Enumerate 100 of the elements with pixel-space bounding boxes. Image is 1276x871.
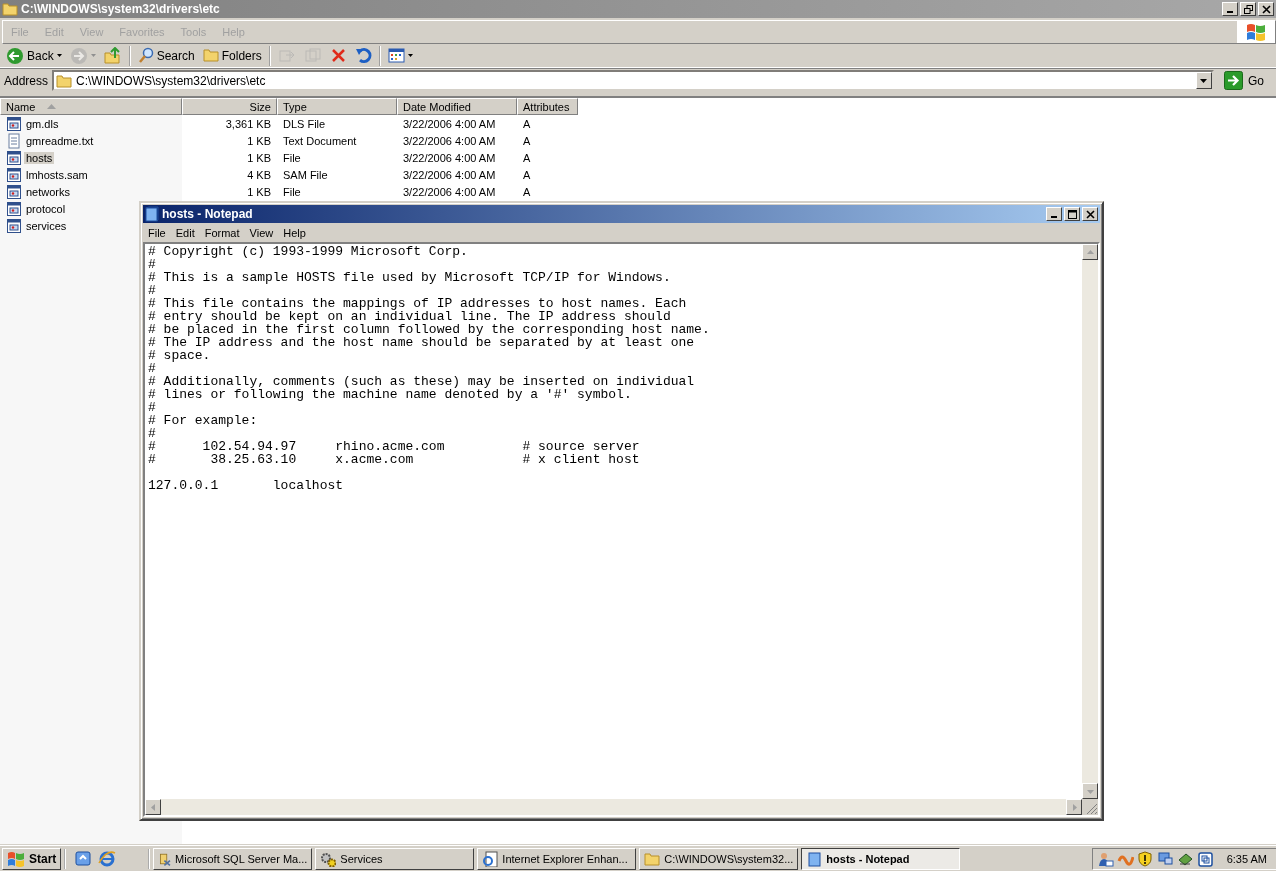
file-icon [6, 166, 22, 183]
table-cell-text: 3/22/2006 4:00 AM [402, 151, 497, 164]
search-icon [137, 46, 154, 65]
folder-icon [644, 851, 661, 867]
minimize-button[interactable] [1046, 207, 1062, 221]
go-arrow-icon [1224, 71, 1243, 90]
notepad-icon [806, 851, 823, 867]
views-icon [387, 46, 405, 65]
file-name[interactable]: protocol [24, 202, 68, 215]
network-drive-icon [1176, 851, 1194, 867]
taskbar-button[interactable]: hosts - Notepad [801, 848, 961, 870]
close-button[interactable] [1082, 207, 1098, 221]
show-desktop-button[interactable] [74, 850, 93, 868]
file-icon [6, 149, 22, 166]
menu-item[interactable]: View [244, 226, 279, 239]
windows-logo-icon [1245, 22, 1267, 42]
folder-icon [2, 1, 18, 17]
file-icon [6, 200, 22, 217]
table-cell-text: A [522, 168, 532, 181]
minimize-button[interactable] [1222, 2, 1238, 16]
table-cell-text: DLS File [282, 117, 327, 130]
restore-button[interactable] [1240, 2, 1256, 16]
browser-button[interactable] [98, 850, 117, 868]
taskbar-button[interactable]: Internet Explorer Enhan... [477, 848, 637, 870]
table-cell-text: 3,361 KB [224, 117, 272, 130]
table-cell-text: A [522, 134, 532, 147]
shield-icon [1136, 851, 1154, 867]
scroll-down-button[interactable] [1082, 783, 1098, 799]
menu-item[interactable]: Format [199, 226, 245, 239]
scroll-left-arrow-icon [149, 803, 157, 811]
virtual-machine-icon [1196, 851, 1214, 867]
maximize-icon [1067, 209, 1077, 219]
browser-e-icon [98, 850, 117, 868]
clock: 6:35 AM [1226, 853, 1267, 865]
folder-icon [56, 72, 73, 89]
taskbar-button[interactable]: Services [315, 848, 475, 870]
table-cell-text: 3/22/2006 4:00 AM [402, 168, 497, 181]
user-icon [1096, 851, 1114, 867]
window-title: C:\WINDOWS\system32\drivers\etc [21, 2, 221, 16]
table-cell-text: 3/22/2006 4:00 AM [402, 117, 497, 130]
dropdown-arrow-icon [56, 54, 62, 57]
file-name[interactable]: services [24, 219, 69, 232]
table-cell-text: 3/22/2006 4:00 AM [402, 185, 497, 198]
table-cell-text: 1 KB [246, 151, 272, 164]
file-icon [6, 115, 22, 132]
close-button[interactable] [1258, 2, 1274, 16]
undo-icon [354, 46, 372, 65]
back-button[interactable]: Back [3, 44, 65, 67]
scroll-up-arrow-icon [1086, 248, 1094, 256]
scroll-up-button[interactable] [1082, 244, 1098, 260]
scroll-left-button[interactable] [145, 799, 161, 815]
scroll-right-button[interactable] [1066, 799, 1082, 815]
table-cell-text: 1 KB [246, 134, 272, 147]
table-cell-text: A [522, 151, 532, 164]
go-button[interactable]: Go [1218, 71, 1272, 90]
column-header[interactable]: Size [182, 98, 277, 115]
start-button[interactable]: Start [2, 848, 62, 870]
close-icon [1085, 209, 1095, 219]
column-header[interactable]: Attributes [517, 98, 578, 115]
file-icon [6, 183, 22, 200]
dropdown-arrow-icon [1200, 78, 1208, 83]
file-name[interactable]: gmreadme.txt [24, 134, 96, 147]
menu-item[interactable]: Edit [170, 226, 200, 239]
windows-logo-icon [7, 851, 25, 867]
folder-icon [202, 46, 219, 65]
gears-icon [320, 851, 337, 867]
taskbar-button[interactable]: C:\WINDOWS\system32... [639, 848, 799, 870]
network-computer-icon [1156, 851, 1174, 867]
table-cell-text: 3/22/2006 4:00 AM [402, 134, 497, 147]
dropdown-button[interactable] [1196, 72, 1212, 89]
scroll-right-arrow-icon [1070, 803, 1078, 811]
column-header[interactable]: Date Modified [397, 98, 517, 115]
table-cell-text: File [282, 185, 302, 198]
taskbar-button[interactable]: Microsoft SQL Server Ma... [153, 848, 313, 870]
window-title: hosts - Notepad [162, 207, 254, 221]
column-header[interactable]: Name [0, 98, 182, 115]
notepad-icon [145, 206, 159, 222]
file-name[interactable]: networks [24, 185, 73, 198]
text-file-icon [6, 132, 22, 149]
menu-item[interactable]: Help [278, 226, 311, 239]
folders-button[interactable]: Folders [199, 44, 265, 67]
search-button[interactable]: Search [134, 44, 198, 67]
table-cell-text: File [282, 151, 302, 164]
file-name[interactable]: gm.dls [24, 117, 61, 130]
restore-icon [1243, 4, 1253, 14]
up-folder-icon [103, 46, 122, 65]
address-field[interactable]: C:\WINDOWS\system32\drivers\etc [52, 70, 1214, 91]
dropdown-arrow-icon [407, 54, 413, 57]
menu-item[interactable]: File [143, 226, 171, 239]
dropdown-arrow-icon [90, 54, 96, 57]
minimize-icon [1051, 216, 1057, 218]
minimize-icon [1227, 11, 1233, 13]
maximize-button[interactable] [1064, 207, 1080, 221]
file-name[interactable]: lmhosts.sam [24, 168, 90, 181]
file-icon [6, 217, 22, 234]
table-cell-text: A [522, 117, 532, 130]
table-cell-text: 4 KB [246, 168, 272, 181]
scroll-down-arrow-icon [1086, 787, 1094, 795]
column-header[interactable]: Type [277, 98, 397, 115]
file-name[interactable]: hosts [24, 151, 55, 164]
